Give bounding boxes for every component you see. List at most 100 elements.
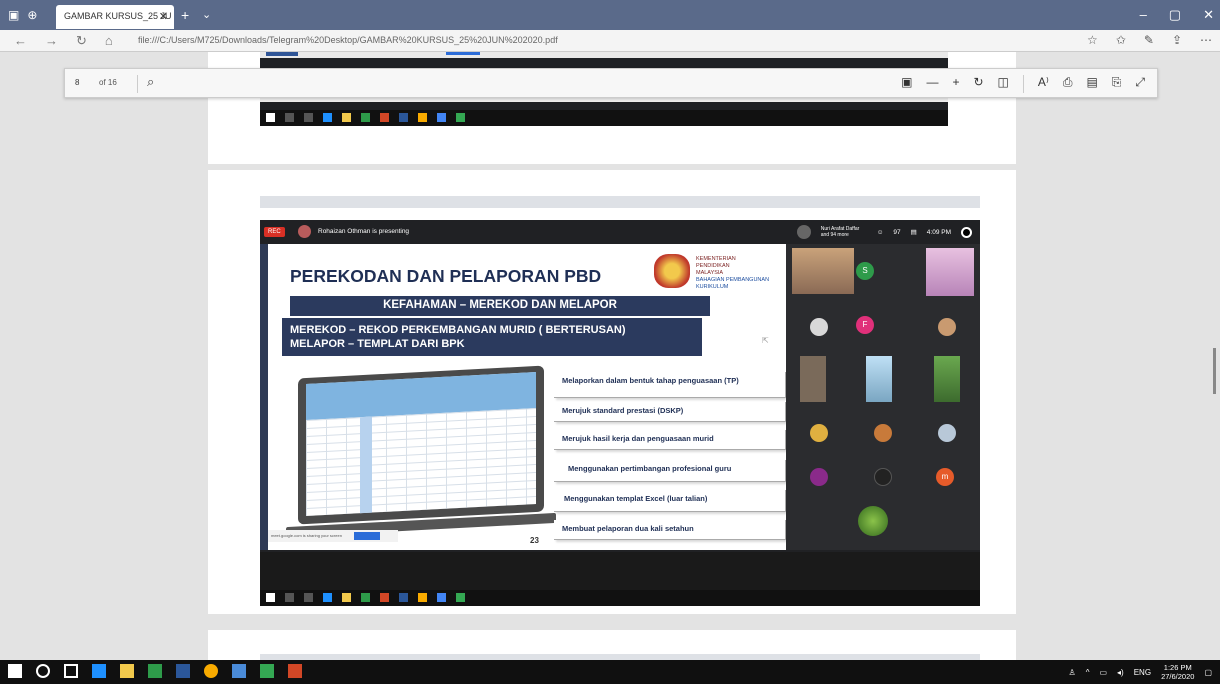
meet-icon[interactable] <box>260 664 274 678</box>
powerpoint-icon[interactable] <box>288 664 302 678</box>
save-icon[interactable]: ▤ <box>1086 75 1097 93</box>
tab-actions: ▣ ⊕ <box>8 8 37 22</box>
participant-tile-m: m <box>936 468 954 486</box>
language-indicator[interactable]: ENG <box>1134 668 1151 677</box>
back-icon[interactable]: ← <box>14 33 27 49</box>
stop-sharing-button <box>354 532 380 540</box>
system-tray: ♙ ^ ▭ ◂) ENG 1:26 PM 27/6/2020 ▢ <box>1069 663 1212 681</box>
favorites-icon[interactable]: ✩ <box>1116 33 1126 47</box>
clock[interactable]: 1:26 PM 27/6/2020 <box>1161 663 1194 681</box>
chrome-icon <box>418 593 427 602</box>
search-icon[interactable]: ⌕ <box>147 74 154 90</box>
page-number-input[interactable]: 8 <box>75 78 79 87</box>
pdf-tool-buttons: ▣ — + ↻ ◫ A⁾ ⎙ ▤ ⎘ ⤢ <box>901 75 1145 93</box>
address-bar: ← → ↻ ⌂ file:///C:/Users/M725/Downloads/… <box>0 30 1220 52</box>
close-window-button[interactable]: ✕ <box>1203 7 1214 23</box>
word-icon[interactable] <box>176 664 190 678</box>
kpm-logo-text: KEMENTERIAN PENDIDIKAN MALAYSIA BAHAGIAN… <box>696 256 786 291</box>
scrollbar-thumb[interactable] <box>1213 348 1216 394</box>
clock-time: 1:26 PM <box>1163 663 1192 672</box>
mini-taskbar-icons <box>266 113 465 122</box>
top-page-banner <box>260 52 948 58</box>
pdf-viewer[interactable]: REC Rohaizan Othman is presenting Nuri A… <box>0 52 1220 660</box>
table-of-contents-icon[interactable]: ▣ <box>901 75 912 93</box>
mouse-cursor-icon: ⇱ <box>762 336 769 345</box>
slide-title: PEREKODAN DAN PELAPORAN PBD <box>290 266 602 286</box>
start-icon[interactable] <box>8 664 22 678</box>
participant-avatar <box>938 318 956 336</box>
page-view-icon[interactable]: ◫ <box>998 75 1009 93</box>
telegram-icon[interactable] <box>232 664 246 678</box>
tab-list-chevron-icon[interactable]: ⌄ <box>202 8 211 21</box>
url-field[interactable]: file:///C:/Users/M725/Downloads/Telegram… <box>138 35 558 45</box>
share-icon[interactable]: ⇪ <box>1172 33 1182 47</box>
people-icon[interactable]: ♙ <box>1069 668 1076 677</box>
app2-icon <box>456 113 465 122</box>
chrome-icon <box>418 113 427 122</box>
maximize-button[interactable]: ▢ <box>1169 7 1181 23</box>
self-avatar <box>961 226 972 238</box>
powerpoint-icon <box>380 113 389 122</box>
laptop-image <box>298 365 544 525</box>
laptop-screen <box>306 371 536 517</box>
definition-line-1: MEREKOD – REKOD PERKEMBANGAN MURID ( BER… <box>290 324 626 336</box>
print-icon[interactable]: ⎙ <box>1063 75 1073 93</box>
pen-icon[interactable]: ✎ <box>1144 33 1154 47</box>
save-as-icon[interactable]: ⎘ <box>1112 75 1122 93</box>
network-icon[interactable]: ▭ <box>1099 668 1107 677</box>
forward-icon[interactable]: → <box>45 33 58 49</box>
excel-icon[interactable] <box>148 664 162 678</box>
favorite-star-icon[interactable]: ☆ <box>1087 33 1098 47</box>
participant-tile-s: S <box>856 262 874 280</box>
slide-point: Menggunakan templat Excel (luar talian) <box>554 490 786 512</box>
meet-top-bar: REC Rohaizan Othman is presenting Nuri A… <box>260 220 980 244</box>
tab-title: GAMBAR KURSUS_25 JU <box>64 11 172 21</box>
search-icon[interactable] <box>36 664 50 678</box>
excel-icon <box>361 113 370 122</box>
sharing-notice: meet.google.com is sharing your screen <box>268 530 398 542</box>
file-explorer-icon[interactable] <box>120 664 134 678</box>
browser-tab[interactable]: GAMBAR KURSUS_25 JU ✕ <box>56 5 174 29</box>
chat-icon: ▤ <box>910 229 917 236</box>
presentation-slide: PEREKODAN DAN PELAPORAN PBD KEMENTERIAN … <box>260 244 786 550</box>
set-aside-tabs-icon[interactable]: ▣ <box>8 8 19 22</box>
meet-time: 4:09 PM <box>926 228 951 236</box>
task-view-icon[interactable] <box>64 664 78 678</box>
excel-icon <box>361 593 370 602</box>
participant-video <box>934 356 960 402</box>
slide-point: Merujuk hasil kerja dan penguasaan murid <box>554 430 786 450</box>
task-view-icon <box>304 593 313 602</box>
participant-avatar <box>810 424 828 442</box>
rotate-icon[interactable]: ↻ <box>973 75 983 93</box>
zoom-in-icon[interactable]: + <box>952 75 959 93</box>
slide-subheading: KEFAHAMAN – MEREKOD DAN MELAPOR <box>290 296 710 316</box>
fullscreen-icon[interactable]: ⤢ <box>1135 75 1145 93</box>
app-icon <box>437 113 446 122</box>
tray-chevron-icon[interactable]: ^ <box>1086 668 1090 677</box>
home-icon[interactable]: ⌂ <box>105 33 113 49</box>
refresh-icon[interactable]: ↻ <box>76 33 87 49</box>
participant-video <box>800 356 826 402</box>
participant-avatar <box>938 424 956 442</box>
slide-number: 23 <box>530 536 539 545</box>
meet-screenshot-taskbar <box>260 552 980 606</box>
notifications-icon[interactable]: ▢ <box>1204 668 1212 677</box>
chrome-icon[interactable] <box>204 664 218 678</box>
volume-icon[interactable]: ◂) <box>1117 668 1124 677</box>
presenter-avatar <box>298 225 311 238</box>
minimize-button[interactable]: – <box>1140 7 1147 23</box>
zoom-out-icon[interactable]: — <box>926 75 938 93</box>
edge-icon[interactable] <box>92 664 106 678</box>
start-icon <box>266 113 275 122</box>
close-tab-icon[interactable]: ✕ <box>159 10 168 23</box>
pdf-toolbar: 8 of 16 ⌕ ▣ — + ↻ ◫ A⁾ ⎙ ▤ ⎘ ⤢ <box>64 68 1158 98</box>
participant-video <box>842 498 904 546</box>
pdf-page-next <box>208 630 1016 660</box>
new-tab-button[interactable]: + <box>181 7 189 23</box>
tabs-aside-icon[interactable]: ⊕ <box>27 8 37 22</box>
sharing-text: meet.google.com is sharing your screen <box>271 533 342 538</box>
definition-box: MEREKOD – REKOD PERKEMBANGAN MURID ( BER… <box>282 318 702 356</box>
more-icon[interactable]: ⋯ <box>1200 33 1212 47</box>
folder-icon <box>342 593 351 602</box>
read-aloud-icon[interactable]: A⁾ <box>1038 75 1049 93</box>
